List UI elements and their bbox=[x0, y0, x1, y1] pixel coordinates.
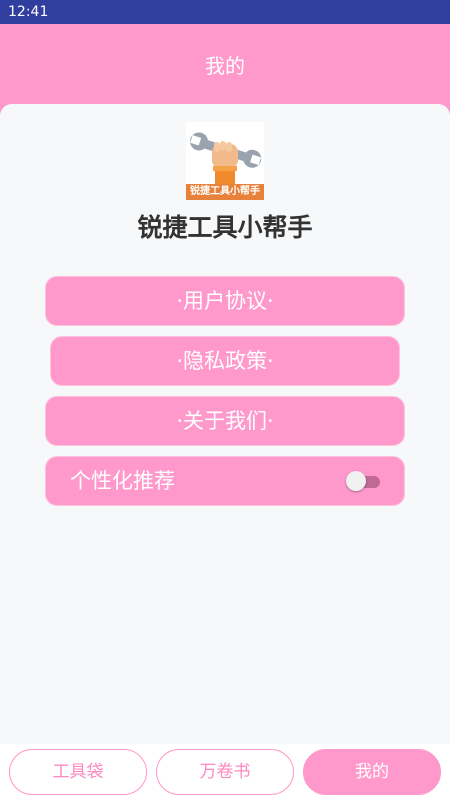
logo-caption: 锐捷工具小帮手 bbox=[186, 184, 264, 200]
user-agreement-button[interactable]: ·用户协议· bbox=[45, 276, 405, 326]
personalized-recommend-switch[interactable] bbox=[346, 471, 380, 491]
app-name: 锐捷工具小帮手 bbox=[137, 213, 313, 242]
bottom-nav: 工具袋 万卷书 我的 bbox=[0, 744, 450, 800]
nav-toolbag-button[interactable]: 工具袋 bbox=[9, 749, 147, 795]
page-title: 我的 bbox=[205, 53, 245, 78]
app-logo: 锐捷工具小帮手 bbox=[186, 122, 264, 200]
wrench-fist-icon bbox=[186, 122, 264, 184]
status-time: 12:41 bbox=[8, 4, 49, 20]
switch-thumb bbox=[346, 471, 366, 491]
status-bar: 12:41 bbox=[0, 0, 450, 24]
page-header: 我的 bbox=[0, 24, 450, 104]
nav-books-button[interactable]: 万卷书 bbox=[156, 749, 294, 795]
about-us-button[interactable]: ·关于我们· bbox=[45, 396, 405, 446]
privacy-policy-button[interactable]: ·隐私政策· bbox=[50, 336, 400, 386]
personalized-recommend-row: 个性化推荐 bbox=[45, 456, 405, 506]
personalized-recommend-label: 个性化推荐 bbox=[70, 469, 175, 493]
nav-mine-button[interactable]: 我的 bbox=[303, 749, 441, 795]
